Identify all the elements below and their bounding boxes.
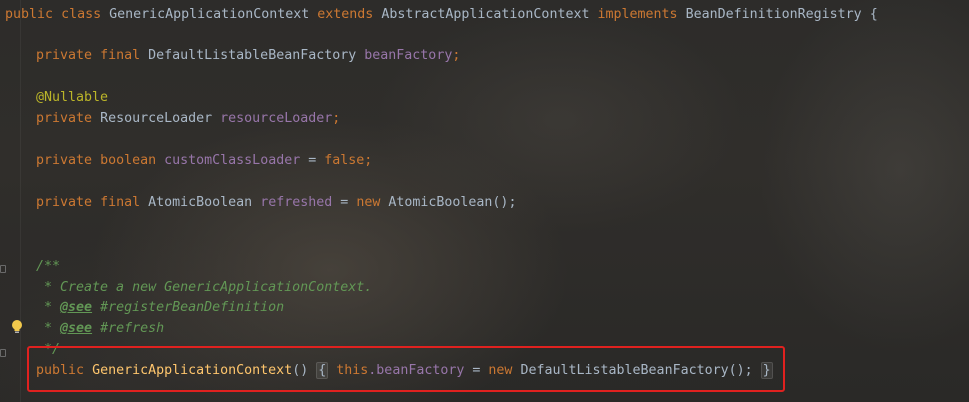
code-line-field-resource-loader[interactable]: private ResourceLoader resourceLoader; [36, 109, 340, 128]
javadoc-see-tag: @see [60, 321, 93, 336]
interface-name: BeanDefinitionRegistry [685, 7, 862, 22]
parent-class-name: AbstractApplicationContext [381, 7, 590, 22]
fold-marker-icon[interactable] [0, 349, 6, 357]
highlight-box [27, 346, 785, 392]
field-type: ResourceLoader [100, 111, 213, 126]
keyword-false: false [324, 153, 365, 168]
equals-sign: = [340, 195, 349, 210]
code-line-field-custom-class-loader[interactable]: private boolean customClassLoader = fals… [36, 151, 372, 170]
code-line-class-declaration[interactable]: public class GenericApplicationContext e… [5, 5, 878, 24]
javadoc-ref: #refresh [92, 321, 165, 336]
keyword-class: class [61, 7, 102, 22]
javadoc-prefix: * [36, 300, 61, 315]
keyword-boolean: boolean [100, 153, 157, 168]
javadoc-see-refresh[interactable]: * @see #refresh [36, 319, 164, 338]
field-type: DefaultListableBeanFactory [148, 48, 357, 63]
fold-marker-icon[interactable] [0, 265, 6, 273]
code-line-field-bean-factory[interactable]: private final DefaultListableBeanFactory… [36, 46, 460, 65]
code-line-field-refreshed[interactable]: private final AtomicBoolean refreshed = … [36, 193, 516, 212]
code-editor[interactable]: public class GenericApplicationContext e… [0, 0, 969, 402]
semicolon: ; [332, 111, 341, 126]
javadoc-see-tag: @see [60, 300, 93, 315]
annotation-nullable: @Nullable [36, 90, 109, 105]
keyword-private: private [36, 195, 93, 210]
keyword-new: new [356, 195, 381, 210]
lightbulb-icon[interactable] [11, 319, 23, 335]
keyword-public: public [5, 7, 54, 22]
constructor-call: AtomicBoolean(); [388, 195, 517, 210]
keyword-private: private [36, 111, 93, 126]
keyword-final: final [100, 48, 141, 63]
keyword-final: final [100, 195, 141, 210]
open-brace: { [869, 7, 878, 22]
field-type: AtomicBoolean [148, 195, 253, 210]
field-name: customClassLoader [164, 153, 301, 168]
semicolon: ; [452, 48, 461, 63]
equals-sign: = [308, 153, 317, 168]
semicolon: ; [364, 153, 373, 168]
class-name: GenericApplicationContext [109, 7, 310, 22]
keyword-private: private [36, 48, 93, 63]
field-name: refreshed [260, 195, 333, 210]
javadoc-description[interactable]: * Create a new GenericApplicationContext… [36, 278, 372, 297]
field-name: beanFactory [364, 48, 453, 63]
field-name: resourceLoader [220, 111, 333, 126]
keyword-extends: extends [317, 7, 374, 22]
javadoc-prefix: * [36, 321, 61, 336]
gutter-divider [20, 0, 21, 402]
keyword-implements: implements [597, 7, 678, 22]
javadoc-ref: #registerBeanDefinition [92, 300, 285, 315]
code-line-annotation[interactable]: @Nullable [36, 88, 108, 107]
javadoc-open[interactable]: /** [36, 257, 60, 276]
keyword-private: private [36, 153, 93, 168]
javadoc-see-register[interactable]: * @see #registerBeanDefinition [36, 298, 284, 317]
